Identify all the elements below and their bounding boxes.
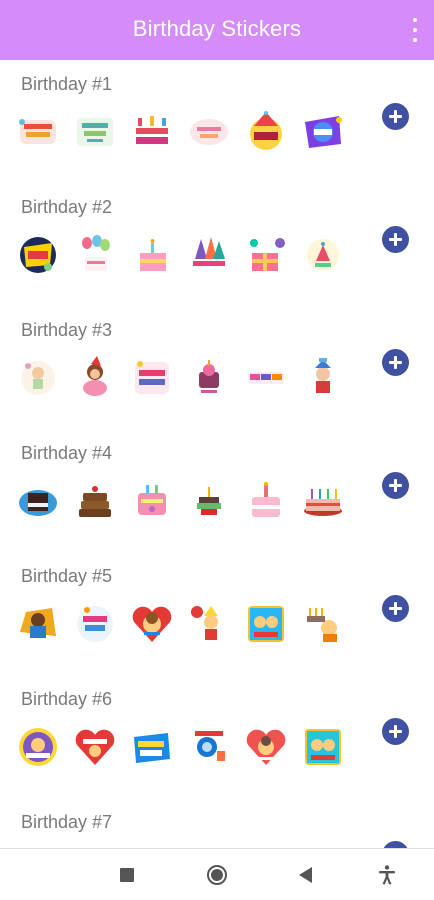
sticker-thumbnail	[301, 233, 345, 277]
sticker-pack-item[interactable]: Birthday #4	[0, 429, 434, 552]
sticker-pack-name: Birthday #7	[21, 812, 113, 832]
sticker-thumbnail	[16, 479, 60, 523]
sticker-thumbnail	[244, 356, 288, 400]
sticker-thumbnail	[187, 356, 231, 400]
add-to-whatsapp-button[interactable]	[382, 226, 409, 253]
sticker-thumbnail	[73, 479, 117, 523]
system-navigation-bar	[0, 848, 434, 900]
sticker-thumbnail	[301, 725, 345, 769]
add-to-whatsapp-button[interactable]	[382, 472, 409, 499]
sticker-thumbnail	[244, 233, 288, 277]
sticker-thumbnail	[301, 479, 345, 523]
sticker-pack-name: Birthday #4	[21, 443, 113, 463]
app-title: Birthday Stickers	[132, 16, 302, 41]
sticker-pack-name: Birthday #2	[21, 197, 113, 217]
back-triangle-icon[interactable]	[286, 849, 326, 900]
sticker-pack-item[interactable]: Birthday #7	[0, 798, 434, 848]
sticker-thumbnail	[187, 110, 231, 154]
sticker-thumbnail	[73, 233, 117, 277]
sticker-thumbnail	[130, 725, 174, 769]
sticker-thumbnail	[130, 356, 174, 400]
recents-square-icon[interactable]	[107, 849, 147, 900]
add-to-whatsapp-button[interactable]	[382, 103, 409, 130]
sticker-thumbnail	[130, 110, 174, 154]
sticker-thumbnail	[187, 479, 231, 523]
sticker-pack-name: Birthday #5	[21, 566, 113, 586]
sticker-pack-name: Birthday #1	[21, 74, 113, 94]
sticker-thumbnail	[73, 602, 117, 646]
sticker-thumbnail	[16, 602, 60, 646]
sticker-thumbnail	[73, 110, 117, 154]
sticker-thumbnail	[301, 110, 345, 154]
sticker-thumbnail	[187, 602, 231, 646]
overflow-menu-icon[interactable]	[410, 18, 420, 42]
sticker-thumbnail	[16, 110, 60, 154]
app-bar: Birthday Stickers	[0, 0, 434, 60]
home-circle-icon[interactable]	[197, 849, 237, 900]
sticker-pack-name: Birthday #6	[21, 689, 113, 709]
sticker-thumbnail	[301, 356, 345, 400]
sticker-thumbnail	[16, 233, 60, 277]
sticker-thumbnail	[244, 479, 288, 523]
sticker-thumbnail	[301, 602, 345, 646]
sticker-pack-item[interactable]: Birthday #5	[0, 552, 434, 675]
add-to-whatsapp-button[interactable]	[382, 349, 409, 376]
sticker-thumbnail	[16, 356, 60, 400]
add-to-whatsapp-button[interactable]	[382, 841, 409, 848]
sticker-thumbnail	[244, 725, 288, 769]
sticker-pack-item[interactable]: Birthday #1	[0, 60, 434, 183]
sticker-thumbnail	[244, 110, 288, 154]
accessibility-icon[interactable]	[367, 849, 407, 900]
add-to-whatsapp-button[interactable]	[382, 718, 409, 745]
add-to-whatsapp-button[interactable]	[382, 595, 409, 622]
sticker-pack-item[interactable]: Birthday #6	[0, 675, 434, 798]
sticker-thumbnail	[73, 356, 117, 400]
sticker-thumbnail	[16, 725, 60, 769]
sticker-pack-list[interactable]: Birthday #1 Birthday #2 Birthday #3 Birt…	[0, 60, 434, 848]
sticker-pack-name: Birthday #3	[21, 320, 113, 340]
sticker-thumbnail	[130, 602, 174, 646]
sticker-thumbnail	[187, 233, 231, 277]
sticker-pack-item[interactable]: Birthday #3	[0, 306, 434, 429]
sticker-thumbnail	[187, 725, 231, 769]
sticker-thumbnail	[130, 479, 174, 523]
sticker-thumbnail	[130, 233, 174, 277]
sticker-thumbnail	[244, 602, 288, 646]
sticker-thumbnail	[73, 725, 117, 769]
sticker-pack-item[interactable]: Birthday #2	[0, 183, 434, 306]
